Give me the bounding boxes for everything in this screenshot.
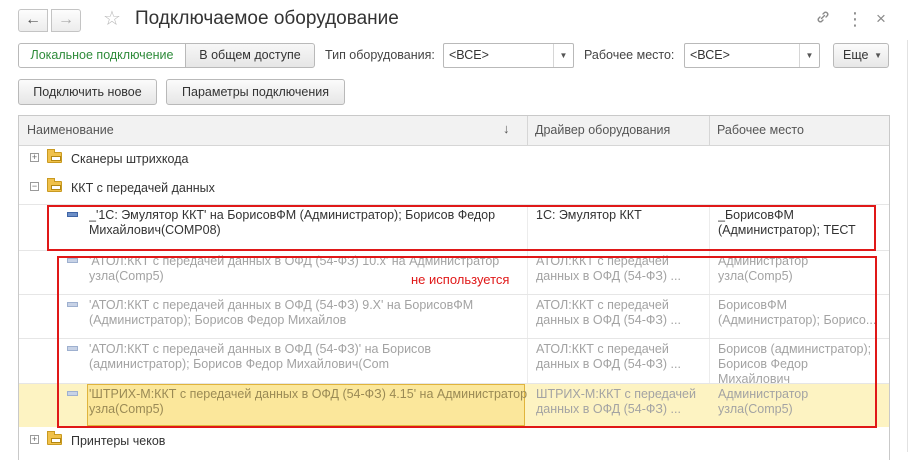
connection-params-button[interactable]: Параметры подключения [166, 79, 345, 105]
column-header-name[interactable]: Наименование [27, 123, 114, 137]
more-button[interactable]: Еще ▼ [833, 43, 889, 68]
scroll-divider [907, 40, 908, 452]
equipment-type-select[interactable]: <ВСЕ> ▼ [443, 43, 574, 68]
expand-icon[interactable]: + [30, 153, 39, 162]
arrow-left-icon: ← [25, 11, 41, 28]
expand-icon[interactable]: + [30, 435, 39, 444]
page-title: Подключаемое оборудование [135, 8, 399, 29]
dropdown-arrow-icon[interactable]: ▼ [553, 44, 573, 67]
local-connection-tab[interactable]: Локальное подключение [18, 43, 186, 68]
more-button-label: Еще [843, 48, 869, 62]
chevron-down-icon: ▼ [874, 51, 882, 60]
folder-icon [47, 178, 62, 192]
column-header-driver[interactable]: Драйвер оборудования [535, 123, 670, 137]
link-icon-svg [817, 11, 829, 23]
sort-arrow-icon[interactable]: ↓ [503, 121, 510, 136]
group-row-scanners[interactable]: + Сканеры штрихкода [19, 146, 889, 175]
table-header: Наименование ↓ Драйвер оборудования Рабо… [19, 116, 889, 146]
unused-note: не используется [411, 272, 510, 287]
group-label: ККТ с передачей данных [71, 181, 215, 195]
arrow-right-icon: → [58, 11, 74, 28]
dropdown-arrow-icon[interactable]: ▼ [799, 44, 819, 67]
equipment-type-value: <ВСЕ> [449, 48, 489, 62]
collapse-icon[interactable]: − [30, 182, 39, 191]
group-row-printers[interactable]: + Принтеры чеков [19, 428, 889, 457]
folder-icon [47, 431, 62, 445]
folder-icon [47, 149, 62, 163]
more-menu-icon[interactable]: ⋮ [846, 9, 864, 29]
group-label: Принтеры чеков [71, 434, 166, 448]
workplace-label: Рабочее место: [584, 48, 675, 62]
column-divider[interactable] [527, 116, 528, 146]
column-divider[interactable] [709, 116, 710, 146]
workplace-select[interactable]: <ВСЕ> ▼ [684, 43, 820, 68]
connect-new-button[interactable]: Подключить новое [18, 79, 157, 105]
workplace-value: <ВСЕ> [690, 48, 730, 62]
forward-button[interactable]: → [51, 9, 81, 32]
column-header-workplace[interactable]: Рабочее место [717, 123, 804, 137]
group-label: Сканеры штрихкода [71, 152, 189, 166]
favorite-star-icon[interactable]: ☆ [103, 8, 121, 30]
active-device-highlight-box [47, 205, 876, 251]
close-icon[interactable]: × [876, 9, 886, 29]
title-bar: ← → ☆ Подключаемое оборудование ⋮ × [0, 0, 919, 40]
shared-access-tab[interactable]: В общем доступе [185, 43, 315, 68]
group-row-kkt[interactable]: − ККТ с передачей данных [19, 175, 889, 204]
back-button[interactable]: ← [18, 9, 48, 32]
link-icon[interactable] [815, 9, 831, 31]
equipment-type-label: Тип оборудования: [325, 48, 435, 62]
